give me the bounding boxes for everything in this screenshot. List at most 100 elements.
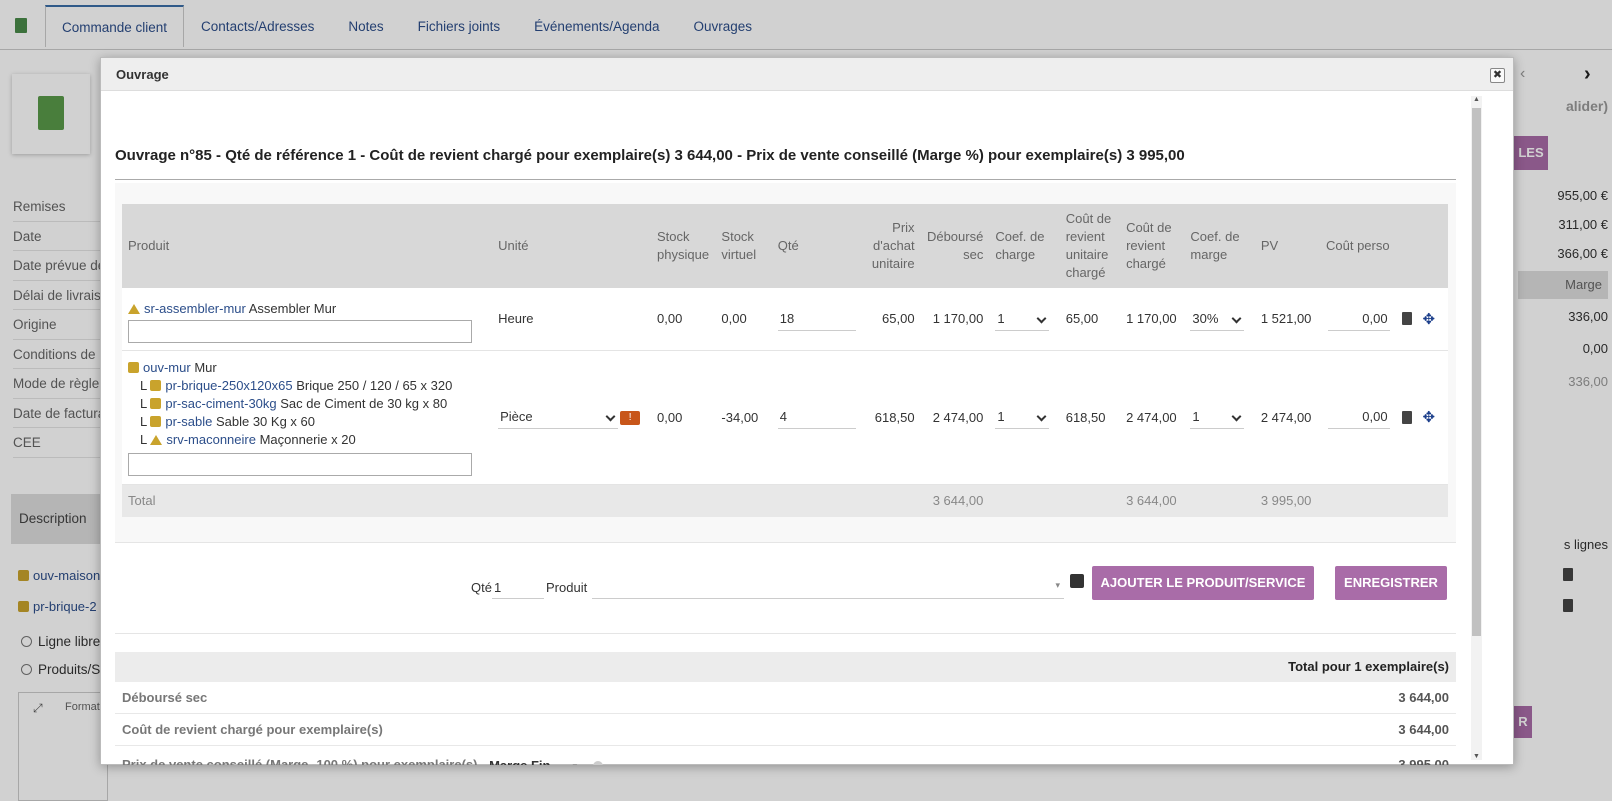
coef-charge-select[interactable]: 1: [995, 405, 1050, 429]
scrollbar-thumb[interactable]: [1472, 108, 1481, 636]
dialog-scrollbar[interactable]: ▲ ▼: [1471, 96, 1482, 760]
scroll-down-icon[interactable]: ▼: [1473, 753, 1480, 760]
col-stock-virtuel: Stock virtuel: [715, 204, 772, 288]
col-coef-charge: Coef. de charge: [989, 204, 1060, 288]
heading-divider: [115, 179, 1456, 180]
coef-charge-select[interactable]: 1: [995, 307, 1050, 331]
table-row: ouv-mur Mur L pr-brique-250x120x65 Briqu…: [122, 350, 1448, 485]
summary-label: Coût de revient chargé pour exemplaire(s…: [122, 722, 383, 737]
summary-row: Déboursé sec 3 644,00: [115, 682, 1456, 714]
prix-achat-value: 65,00: [864, 288, 921, 351]
ouvrage-table: Produit Unité Stock physique Stock virtu…: [122, 204, 1448, 517]
col-prix-achat: Prix d'achat unitaire: [864, 204, 921, 288]
cout-unitaire-value: 65,00: [1059, 288, 1121, 351]
total-pv: 3 995,00: [1254, 484, 1320, 517]
produit-cell: sr-assembler-mur Assembler Mur: [122, 288, 493, 351]
cout-charge-value: 1 170,00: [1120, 288, 1185, 351]
total-label: Total: [122, 484, 493, 517]
dialog-body: Ouvrage n°85 - Qté de référence 1 - Coût…: [115, 91, 1469, 765]
stock-physique-value: 0,00: [651, 350, 716, 485]
summary-value: 3 644,00: [1398, 690, 1449, 705]
summary-label: Prix de vente conseillé (Marge -100 %) p…: [122, 757, 478, 765]
cout-perso-input[interactable]: 0,00: [1327, 306, 1390, 331]
prix-achat-value: 618,50: [864, 350, 921, 485]
ouvrage-table-wrapper: Produit Unité Stock physique Stock virtu…: [115, 183, 1456, 543]
sub-item: L srv-maconneire Maçonnerie x 20: [140, 431, 356, 447]
sub-item: L pr-sable Sable 30 Kg x 60: [140, 413, 315, 429]
cout-perso-input[interactable]: 0,00: [1327, 405, 1390, 429]
move-icon[interactable]: ✥: [1422, 310, 1435, 328]
description-textarea[interactable]: [128, 452, 472, 476]
close-icon[interactable]: ✖: [1490, 68, 1505, 83]
ouvrage-dialog: Ouvrage ✖ ▲ ▼ Ouvrage n°85 - Qté de réfé…: [100, 57, 1514, 765]
trash-icon[interactable]: [1401, 312, 1412, 326]
qte-input[interactable]: 18: [777, 306, 856, 331]
product-name: Assembler Mur: [248, 300, 337, 316]
debourse-value: 1 170,00: [920, 288, 990, 351]
summary-label: Déboursé sec: [122, 690, 208, 705]
stock-physique-value: 0,00: [651, 288, 716, 351]
coef-marge-select[interactable]: 30%: [1190, 307, 1245, 331]
unite-select[interactable]: Pièce: [498, 405, 619, 429]
cout-unitaire-value: 618,50: [1059, 350, 1121, 485]
col-unite: Unité: [492, 204, 652, 288]
col-cout-unitaire: Coût de revient unitaire chargé: [1059, 204, 1121, 288]
product-link[interactable]: sr-assembler-mur: [144, 301, 246, 316]
sub-item: L pr-brique-250x120x65 Brique 250 / 120 …: [140, 377, 453, 393]
col-actions: [1395, 204, 1448, 288]
box-icon: [150, 397, 162, 409]
sub-product-link[interactable]: pr-sac-ciment-30kg: [165, 396, 276, 411]
save-button[interactable]: ENREGISTRER: [1335, 566, 1447, 600]
cout-charge-value: 2 474,00: [1120, 350, 1185, 485]
description-textarea[interactable]: [128, 319, 472, 343]
ouvrage-heading: Ouvrage n°85 - Qté de référence 1 - Coût…: [115, 147, 1185, 164]
summary-row: Prix de vente conseillé (Marge -100 %) p…: [115, 746, 1456, 765]
summary-header: Total pour 1 exemplaire(s): [115, 652, 1456, 682]
box-icon: [150, 415, 162, 427]
move-icon[interactable]: ✥: [1422, 408, 1435, 426]
sub-product-link[interactable]: srv-maconneire: [166, 432, 256, 447]
total-row: Total 3 644,00 3 644,00 3 995,00: [122, 484, 1448, 517]
scroll-up-icon[interactable]: ▲: [1473, 96, 1480, 103]
col-stock-physique: Stock physique: [651, 204, 716, 288]
summary-value: 3 995,00: [1398, 757, 1449, 765]
produit-cell: ouv-mur Mur L pr-brique-250x120x65 Briqu…: [122, 350, 493, 485]
pv-value: 1 521,00: [1254, 288, 1320, 351]
qte-label: Qté: [471, 580, 492, 595]
sub-product-link[interactable]: pr-brique-250x120x65: [165, 378, 292, 393]
produit-label: Produit: [546, 580, 588, 595]
col-coef-marge: Coef. de marge: [1184, 204, 1255, 288]
product-link[interactable]: ouv-mur: [143, 360, 191, 375]
stock-virtuel-value: 0,00: [715, 288, 772, 351]
marge-select[interactable]: Marge Fin...: [487, 755, 581, 765]
dialog-title: Ouvrage: [101, 58, 1513, 91]
product-name: Mur: [194, 359, 217, 375]
qte-input[interactable]: 4: [777, 405, 856, 429]
col-debourse: Déboursé sec: [920, 204, 990, 288]
box-icon: [128, 361, 139, 373]
add-product-button[interactable]: AJOUTER LE PRODUIT/SERVICE: [1092, 566, 1314, 600]
unite-value: Heure: [492, 288, 652, 351]
cubes-icon[interactable]: [1070, 574, 1084, 588]
col-qte: Qté: [771, 204, 865, 288]
table-row: sr-assembler-mur Assembler Mur Heure 0,0…: [122, 288, 1448, 351]
stock-virtuel-value: -34,00: [715, 350, 772, 485]
sub-item: L pr-sac-ciment-30kg Sac de Ciment de 30…: [140, 395, 448, 411]
trash-icon[interactable]: [1401, 410, 1412, 424]
summary-row: Coût de revient chargé pour exemplaire(s…: [115, 714, 1456, 746]
total-cout-charge: 3 644,00: [1120, 484, 1185, 517]
box-icon: [150, 379, 162, 391]
sub-product-link[interactable]: pr-sable: [165, 414, 212, 429]
col-cout-perso: Coût perso: [1319, 204, 1396, 288]
col-cout-charge: Coût de revient chargé: [1120, 204, 1185, 288]
debourse-value: 2 474,00: [920, 350, 990, 485]
info-icon[interactable]: [592, 760, 603, 765]
product-search-select[interactable]: [592, 575, 1064, 599]
coef-marge-select[interactable]: 1: [1190, 405, 1245, 429]
service-icon: [128, 303, 140, 314]
service-icon: [150, 434, 163, 445]
total-debourse: 3 644,00: [920, 484, 990, 517]
add-qte-input[interactable]: 1: [492, 575, 544, 599]
col-produit: Produit: [122, 204, 493, 288]
col-pv: PV: [1254, 204, 1320, 288]
